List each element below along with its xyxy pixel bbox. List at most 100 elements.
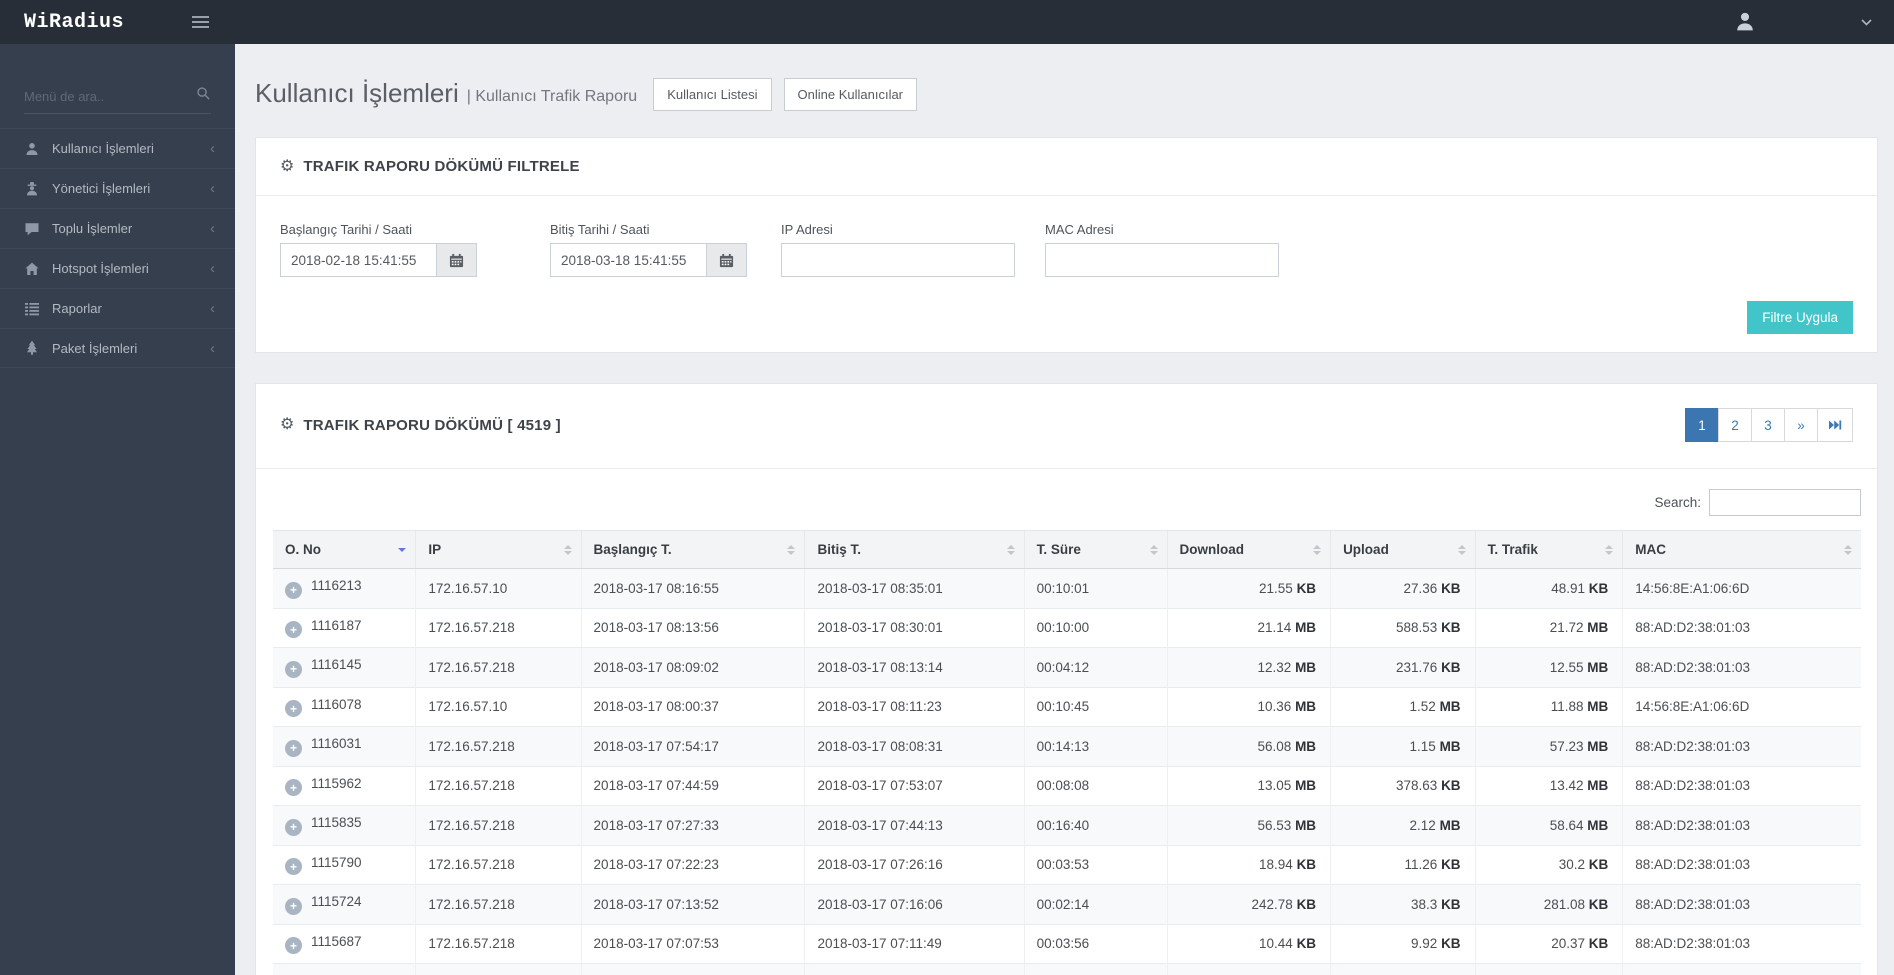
- expand-row-icon[interactable]: [285, 858, 302, 875]
- start-time-cell: 2018-03-17 08:13:56: [580, 607, 805, 648]
- upload-cell: 2.12 MB: [1330, 805, 1476, 845]
- chevron-left-icon: ‹: [210, 300, 215, 317]
- sidebar-item-hotspot-islemleri[interactable]: Hotspot İşlemleri ‹: [0, 248, 235, 288]
- report-panel-header: ⚙ TRAFIK RAPORU DÖKÜMÜ [ 4519 ] 1 2 3 »: [256, 384, 1877, 469]
- calendar-icon[interactable]: [707, 243, 747, 277]
- column-header-baslangic[interactable]: Başlangıç T.: [580, 530, 805, 569]
- sidebar-menu: Kullanıcı İşlemleri ‹ Yönetici İşlemleri…: [0, 128, 235, 368]
- download-cell: 13.05 MB: [1166, 765, 1331, 806]
- sidebar-item-kullanici-islemleri[interactable]: Kullanıcı İşlemleri ‹: [0, 128, 235, 168]
- sort-icon: [563, 544, 572, 555]
- table-row: 1116187 172.16.57.218 2018-03-17 08:13:5…: [273, 607, 1861, 648]
- sidebar-item-paket-islemleri[interactable]: Paket İşlemleri ‹: [0, 328, 235, 368]
- mac-cell: 14:56:8E:A1:06:6D: [1622, 568, 1861, 608]
- column-header-mac[interactable]: MAC: [1622, 530, 1861, 569]
- mac-input[interactable]: [1045, 243, 1279, 277]
- sidebar-item-toplu-islemler[interactable]: Toplu İşlemler ‹: [0, 208, 235, 248]
- end-time-cell: 2018-03-17 08:08:31: [804, 726, 1025, 766]
- table-row: 1115687 172.16.57.218 2018-03-17 07:07:5…: [273, 923, 1861, 964]
- start-date-field: Başlangıç Tarihi / Saati: [280, 222, 477, 277]
- start-time-cell: 2018-03-17 07:27:33: [580, 805, 805, 845]
- ip-label: IP Adresi: [781, 222, 833, 237]
- expand-row-icon[interactable]: [285, 779, 302, 796]
- column-header-sure[interactable]: T. Süre: [1023, 530, 1167, 569]
- column-header-download[interactable]: Download: [1166, 530, 1331, 569]
- expand-row-icon[interactable]: [285, 660, 302, 678]
- order-no-cell: 1116187: [273, 607, 416, 648]
- expand-row-icon[interactable]: [285, 621, 302, 638]
- upload-cell: 1.52 MB: [1330, 686, 1476, 727]
- upload-cell: 9.92 KB: [1330, 923, 1476, 964]
- duration-cell: 00:16:40: [1023, 805, 1167, 845]
- table-row: 1115790 172.16.57.218 2018-03-17 07:22:2…: [273, 844, 1861, 885]
- gear-icon: ⚙: [280, 157, 295, 175]
- sort-icon: [1313, 544, 1322, 555]
- expand-row-icon[interactable]: [285, 581, 302, 599]
- sidebar-item-yonetici-islemleri[interactable]: Yönetici İşlemleri ‹: [0, 168, 235, 208]
- mac-cell: 88:AD:D2:38:01:03: [1622, 884, 1861, 924]
- menu-toggle-icon[interactable]: [188, 12, 213, 32]
- pagination-next[interactable]: »: [1784, 408, 1818, 442]
- end-time-cell: 2018-03-17 07:26:16: [804, 844, 1025, 885]
- expand-row-icon[interactable]: [285, 897, 302, 915]
- duration-cell: 00:10:01: [1023, 568, 1167, 608]
- expand-row-icon[interactable]: [285, 818, 302, 836]
- order-no-cell: 1116031: [273, 726, 416, 766]
- end-date-input[interactable]: [550, 243, 707, 277]
- traffic-cell: 12.55 MB: [1474, 647, 1623, 687]
- order-no-cell: 1115660: [273, 963, 416, 975]
- online-kullanicilar-button[interactable]: Online Kullanıcılar: [783, 78, 918, 111]
- expand-row-icon[interactable]: [285, 700, 302, 717]
- sidebar-item-label: Raporlar: [52, 301, 102, 316]
- chevron-left-icon: ‹: [210, 220, 215, 237]
- comment-icon: [24, 221, 41, 237]
- expand-row-icon[interactable]: [285, 739, 302, 757]
- column-header-upload[interactable]: Upload: [1330, 530, 1476, 569]
- kullanici-listesi-button[interactable]: Kullanıcı Listesi: [653, 78, 772, 111]
- expand-row-icon[interactable]: [285, 937, 302, 954]
- start-date-input[interactable]: [280, 243, 437, 277]
- ip-cell: 172.16.57.218: [415, 963, 582, 975]
- pagination-page-3[interactable]: 3: [1751, 408, 1785, 442]
- table-search-input[interactable]: [1709, 489, 1861, 516]
- traffic-cell: 30.2 KB: [1474, 844, 1623, 885]
- traffic-cell: 21.72 MB: [1474, 607, 1623, 648]
- column-header-ono[interactable]: O. No: [273, 530, 416, 569]
- pagination-page-2[interactable]: 2: [1718, 408, 1752, 442]
- column-header-bitis[interactable]: Bitiş T.: [804, 530, 1025, 569]
- search-icon[interactable]: [196, 86, 211, 106]
- column-header-trafik[interactable]: T. Trafik: [1474, 530, 1623, 569]
- mac-cell: 88:AD:D2:38:01:03: [1622, 765, 1861, 806]
- download-cell: 21.55 KB: [1166, 568, 1331, 608]
- download-cell: 53.32 KB: [1166, 963, 1331, 975]
- pagination-last-button[interactable]: [1817, 408, 1853, 442]
- pagination-page-1[interactable]: 1: [1685, 408, 1719, 442]
- filter-form: Başlangıç Tarihi / Saati Bitiş Tarihi / …: [256, 196, 1877, 277]
- chevron-down-icon[interactable]: [1861, 13, 1872, 31]
- download-cell: 12.32 MB: [1166, 647, 1331, 687]
- table-row: 1116031 172.16.57.218 2018-03-17 07:54:1…: [273, 726, 1861, 766]
- end-time-cell: 2018-03-17 08:13:14: [804, 647, 1025, 687]
- apply-filter-button[interactable]: Filtre Uygula: [1747, 301, 1853, 334]
- sidebar-item-raporlar[interactable]: Raporlar ‹: [0, 288, 235, 328]
- filter-panel: ⚙ TRAFIK RAPORU DÖKÜMÜ FILTRELE Başlangı…: [255, 137, 1878, 353]
- report-panel: ⚙ TRAFIK RAPORU DÖKÜMÜ [ 4519 ] 1 2 3 » …: [255, 383, 1878, 975]
- chevron-left-icon: ‹: [210, 260, 215, 277]
- start-time-cell: 2018-03-17 07:07:53: [580, 923, 805, 964]
- ip-cell: 172.16.57.218: [415, 844, 582, 885]
- column-header-ip[interactable]: IP: [415, 530, 582, 569]
- start-time-cell: 2018-03-17 07:44:59: [580, 765, 805, 806]
- mac-cell: 14:56:8E:A1:06:6D: [1622, 686, 1861, 727]
- table-search-label: Search:: [1654, 495, 1701, 510]
- ip-input[interactable]: [781, 243, 1015, 277]
- sidebar-item-label: Hotspot İşlemleri: [52, 261, 149, 276]
- order-no-cell: 1116078: [273, 686, 416, 727]
- chevron-left-icon: ‹: [210, 180, 215, 197]
- user-avatar-icon[interactable]: [1733, 10, 1757, 34]
- user-icon: [24, 141, 41, 157]
- app-logo: WiRadius: [24, 10, 125, 34]
- traffic-cell: 58.64 MB: [1474, 805, 1623, 845]
- sidebar-search-input[interactable]: [24, 89, 211, 104]
- calendar-icon[interactable]: [437, 243, 477, 277]
- start-time-cell: 2018-03-17 08:09:02: [580, 647, 805, 687]
